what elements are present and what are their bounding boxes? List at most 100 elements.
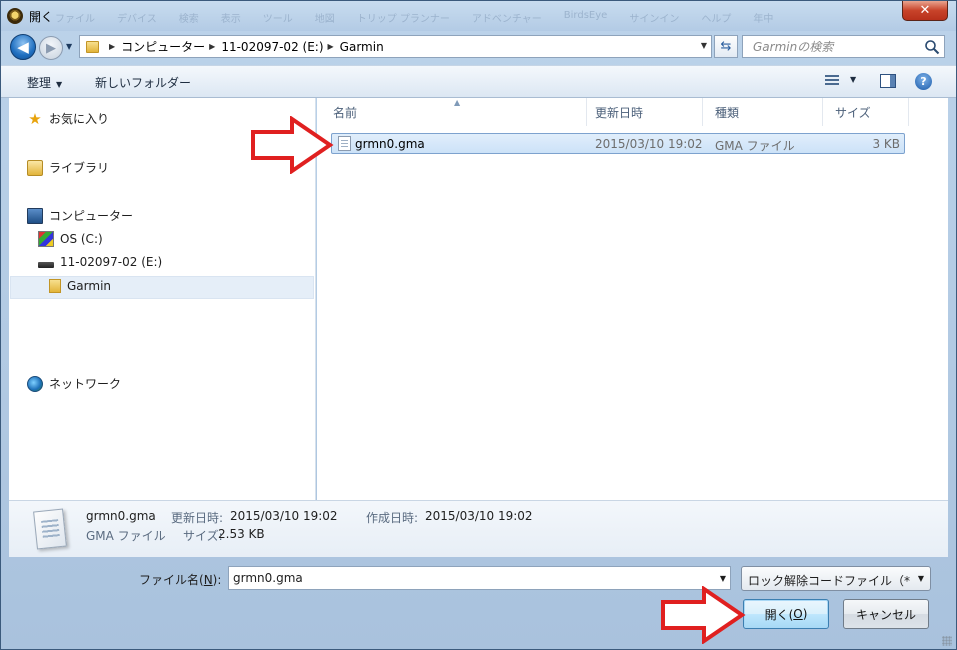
title-bar[interactable]: 開く ファイル デバイス 検索 表示 ツール 地図 トリップ プランナー アドベ…	[1, 1, 956, 31]
preview-pane-icon[interactable]	[880, 74, 896, 88]
filename-accesskey: N	[203, 573, 213, 587]
search-icon[interactable]	[924, 39, 940, 55]
background-menu-ghost: ファイル デバイス 検索 表示 ツール 地図 トリップ プランナー アドベンチャ…	[55, 10, 773, 25]
open-file-dialog: 開く ファイル デバイス 検索 表示 ツール 地図 トリップ プランナー アドベ…	[0, 0, 957, 650]
filename-input[interactable]: grmn0.gma ▼	[228, 566, 731, 590]
ghost-menu-item: ファイル	[55, 14, 95, 25]
open-label: 開く(	[764, 607, 794, 622]
chevron-down-icon[interactable]: ▼	[720, 574, 726, 583]
file-type-filter-select[interactable]: ロック解除コードファイル（* ▼	[741, 566, 931, 591]
filter-value: ロック解除コードファイル（*	[748, 574, 911, 588]
chevron-right-icon[interactable]: ▶	[328, 42, 334, 51]
nav-item-garmin[interactable]: Garmin	[49, 279, 111, 293]
column-label: 名前	[333, 105, 358, 120]
open-label-end: )	[802, 607, 808, 621]
details-file-type: GMA ファイル	[86, 529, 166, 543]
column-header-size[interactable]: サイズ	[823, 98, 909, 126]
nav-label: コンピューター	[49, 209, 134, 223]
search-placeholder: Garminの検索	[753, 40, 834, 54]
file-icon	[338, 136, 351, 151]
view-dropdown-icon[interactable]: ▼	[850, 75, 856, 84]
file-thumbnail-icon	[33, 508, 67, 550]
details-created-value: 2015/03/10 19:02	[425, 509, 533, 523]
address-dropdown-icon[interactable]: ▼	[701, 41, 707, 50]
breadcrumb-computer[interactable]: コンピューター	[121, 38, 205, 55]
ghost-menu-item: サインイン	[629, 14, 680, 25]
details-pane: grmn0.gma 更新日時: 2015/03/10 19:02 作成日時: 2…	[9, 500, 948, 557]
nav-item-drive-c[interactable]: OS (C:)	[38, 231, 103, 247]
red-arrow-annotation-open	[661, 586, 746, 644]
ghost-menu-item: アドベンチャー	[471, 14, 542, 25]
open-button[interactable]: 開く(O)	[743, 599, 829, 629]
column-label: サイズ	[835, 105, 871, 120]
details-created-label: 作成日時:	[366, 511, 419, 525]
column-label: 種類	[715, 105, 740, 120]
nav-label: ネットワーク	[49, 377, 122, 391]
ghost-menu-item: 年中	[753, 14, 774, 25]
ghost-menu-item: ヘルプ	[701, 14, 732, 25]
file-name: grmn0.gma	[355, 137, 425, 151]
breadcrumb-drive[interactable]: 11-02097-02 (E:)	[221, 40, 323, 54]
nav-item-favorites[interactable]: ★ お気に入り	[27, 110, 109, 127]
ghost-menu-item: 表示	[220, 14, 241, 25]
details-modified-value: 2015/03/10 19:02	[230, 509, 338, 523]
arrow-left-icon: ◀	[17, 38, 29, 56]
forward-button[interactable]: ▶	[39, 36, 63, 60]
close-button[interactable]: ✕	[902, 1, 948, 21]
nav-label: 11-02097-02 (E:)	[60, 255, 163, 269]
command-bar: 整理 ▼ 新しいフォルダー ▼ ?	[1, 65, 956, 98]
organize-button[interactable]: 整理 ▼	[27, 74, 62, 91]
column-header-date[interactable]: 更新日時	[583, 98, 703, 126]
close-icon: ✕	[919, 3, 931, 18]
new-folder-button[interactable]: 新しいフォルダー	[95, 74, 191, 91]
network-icon	[27, 375, 43, 392]
nav-label: お気に入り	[49, 112, 110, 126]
red-arrow-annotation-file	[251, 116, 334, 174]
filename-label-text: ファイル名(	[139, 573, 204, 587]
nav-label: Garmin	[67, 279, 112, 293]
app-icon	[7, 8, 23, 24]
filename-value: grmn0.gma	[233, 571, 303, 585]
ghost-menu-item: 検索	[178, 14, 199, 25]
cancel-button[interactable]: キャンセル	[843, 599, 929, 629]
ghost-menu-item: デバイス	[117, 14, 157, 25]
nav-item-computer[interactable]: コンピューター	[27, 207, 133, 224]
details-size-label: サイズ:	[183, 529, 223, 543]
refresh-button[interactable]: ⇆	[714, 35, 738, 58]
organize-label: 整理	[27, 76, 52, 90]
folder-icon	[86, 40, 99, 53]
nav-item-network[interactable]: ネットワーク	[27, 375, 121, 392]
address-bar[interactable]: ▶ コンピューター ▶ 11-02097-02 (E:) ▶ Garmin ▼	[79, 35, 712, 58]
ghost-menu-item: 地図	[314, 14, 335, 25]
resize-grip-icon[interactable]	[942, 636, 952, 646]
arrow-right-icon: ▶	[46, 40, 56, 56]
library-icon	[27, 159, 43, 176]
nav-item-drive-e[interactable]: 11-02097-02 (E:)	[38, 255, 162, 269]
help-icon[interactable]: ?	[915, 73, 932, 90]
windows-drive-icon	[38, 231, 54, 247]
filename-label-end: ):	[212, 573, 222, 587]
back-button[interactable]: ◀	[10, 34, 36, 60]
dialog-footer: ファイル名(N): grmn0.gma ▼ ロック解除コードファイル（* ▼ 開…	[1, 557, 956, 649]
column-header-type[interactable]: 種類	[703, 98, 823, 126]
chevron-down-icon: ▼	[56, 80, 63, 89]
chevron-down-icon: ▼	[917, 574, 924, 583]
chevron-right-icon[interactable]: ▶	[109, 42, 115, 51]
nav-item-libraries[interactable]: ライブラリ	[27, 159, 109, 176]
chevron-right-icon[interactable]: ▶	[209, 42, 215, 51]
removable-drive-icon	[38, 261, 54, 268]
search-input[interactable]: Garminの検索	[742, 35, 945, 58]
address-row: ◀ ▶ ▼ ▶ コンピューター ▶ 11-02097-02 (E:) ▶ Gar…	[1, 31, 956, 63]
recent-pages-dropdown[interactable]: ▼	[66, 42, 72, 51]
breadcrumb-garmin[interactable]: Garmin	[340, 40, 384, 54]
ghost-menu-item: BirdsEye	[563, 10, 608, 21]
ghost-menu-item: ツール	[262, 14, 293, 25]
view-icon[interactable]	[825, 75, 839, 87]
star-icon: ★	[28, 109, 42, 128]
details-size-value: 2.53 KB	[218, 527, 265, 541]
file-row-selected[interactable]: grmn0.gma 2015/03/10 19:02 GMA ファイル 3 KB	[331, 133, 905, 154]
column-header-name[interactable]: 名前	[321, 98, 587, 126]
folder-icon	[49, 279, 61, 293]
details-modified-label: 更新日時:	[171, 511, 224, 525]
file-list[interactable]: ▲ 名前 更新日時 種類 サイズ grmn0.gma 2015/03/10 19…	[317, 98, 948, 500]
